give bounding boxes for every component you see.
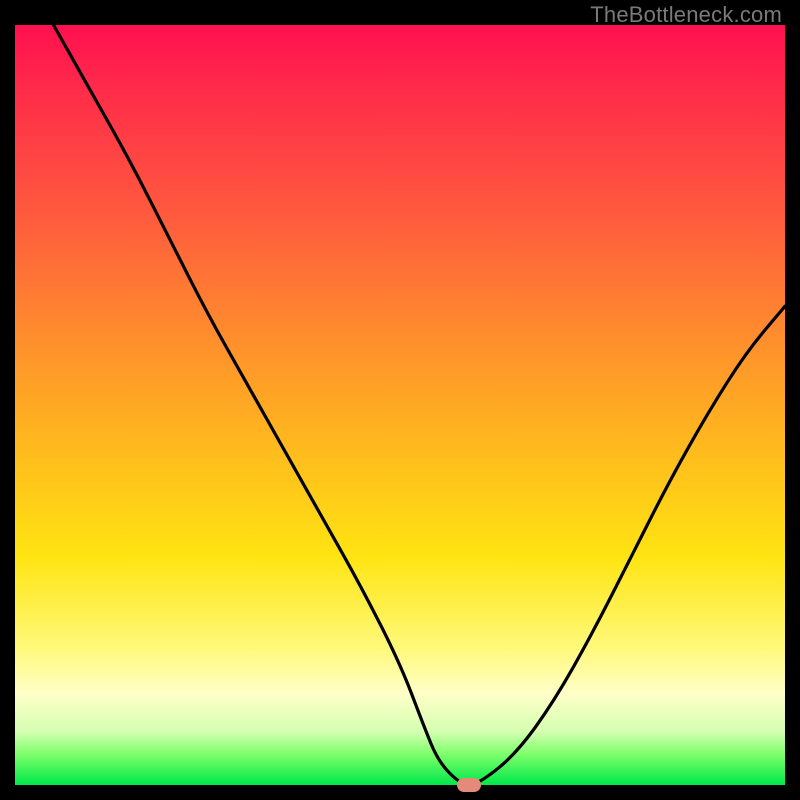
optimal-point-marker <box>457 778 481 792</box>
plot-area <box>15 25 785 785</box>
bottleneck-curve <box>15 25 785 785</box>
curve-line <box>54 25 786 785</box>
chart-frame: TheBottleneck.com <box>0 0 800 800</box>
